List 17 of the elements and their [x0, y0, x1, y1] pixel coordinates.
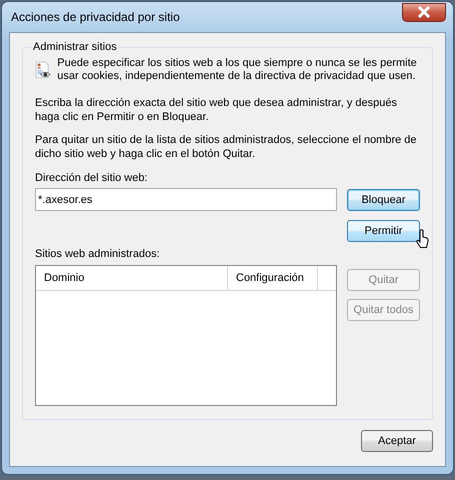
group-title: Administrar sitios: [32, 41, 118, 53]
action-button[interactable]: Permitir: [347, 220, 420, 242]
field-label: Dirección del sitio web:: [35, 172, 148, 184]
column-header[interactable]: Dominio: [36, 266, 228, 290]
hand-cursor-icon: [416, 229, 429, 249]
intro-text: Puede especificar los sitios web a los que siempre o nunca se les permite usar cookies, independientemente de la directiva de privacidad que usen.: [57, 57, 418, 83]
instruction-text: Escriba la dirección exacta del sitio web que desea administrar, y después haga clic en Permitir o en Bloquear.: [35, 96, 398, 124]
sites-list[interactable]: Dominio Configuración: [35, 265, 337, 406]
action-button[interactable]: Aceptar: [361, 430, 433, 452]
close-icon: [417, 6, 431, 18]
close-button[interactable]: [402, 2, 446, 22]
action-button[interactable]: Bloquear: [347, 189, 420, 211]
column-header[interactable]: Configuración: [228, 266, 318, 290]
address-field[interactable]: *.axesor.es: [35, 188, 337, 211]
instruction-text: Para quitar un sitio de la lista de sitios administrados, seleccione el nombre de dicho sitio web y haga clic en el botón Quitar.: [35, 133, 418, 161]
list-label: Sitios web administrados:: [35, 248, 161, 260]
window-title: Acciones de privacidad por sitio: [10, 10, 180, 24]
